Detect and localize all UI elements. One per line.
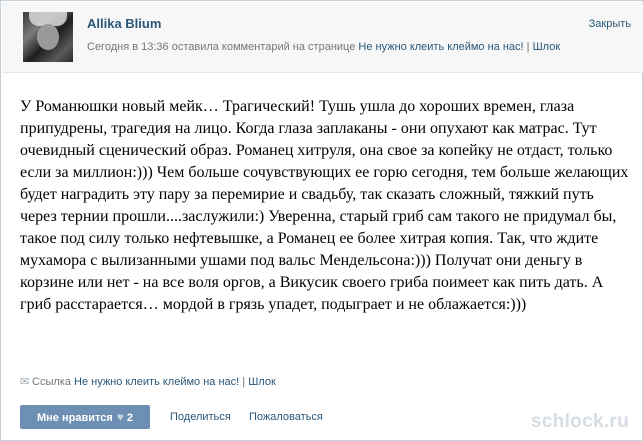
avatar-face	[37, 24, 59, 50]
source-link[interactable]: Шлок	[533, 41, 561, 53]
paperclip-icon: ✉	[20, 376, 30, 388]
meta-prefix: Сегодня в 13:36 оставила комментарий на …	[87, 41, 359, 53]
report-link[interactable]: Пожаловаться	[249, 411, 323, 423]
page-link[interactable]: Не нужно клеить клеймо на нас!	[358, 41, 523, 53]
source-site-link[interactable]: Шлок	[248, 376, 276, 388]
source-page-link[interactable]: Не нужно клеить клеймо на нас!	[74, 376, 239, 388]
source-line: ✉ Ссылка Не нужно клеить клеймо на нас! |…	[20, 375, 276, 388]
heart-icon: ♥	[116, 410, 124, 424]
comment-body: У Романюшки новый мейк… Трагический! Туш…	[20, 96, 630, 316]
comment-card: Allika Blium Сегодня в 13:36 оставила ко…	[0, 0, 643, 441]
meta-separator: |	[523, 41, 533, 53]
like-button[interactable]: Мне нравится ♥ 2	[20, 405, 150, 429]
close-button[interactable]: Закрыть	[589, 18, 631, 30]
source-label: Ссылка	[32, 376, 74, 388]
source-separator: |	[239, 376, 249, 388]
comment-text: У Романюшки новый мейк… Трагический! Туш…	[20, 98, 629, 313]
like-count: 2	[126, 412, 133, 424]
comment-meta: Сегодня в 13:36 оставила комментарий на …	[87, 41, 639, 53]
avatar[interactable]	[23, 12, 73, 62]
watermark: schlock.ru	[530, 411, 629, 432]
like-label: Мне нравится	[36, 412, 113, 424]
author-name[interactable]: Allika Blium	[87, 16, 161, 31]
comment-header: Allika Blium Сегодня в 13:36 оставила ко…	[2, 2, 643, 73]
share-link[interactable]: Поделиться	[170, 411, 231, 423]
